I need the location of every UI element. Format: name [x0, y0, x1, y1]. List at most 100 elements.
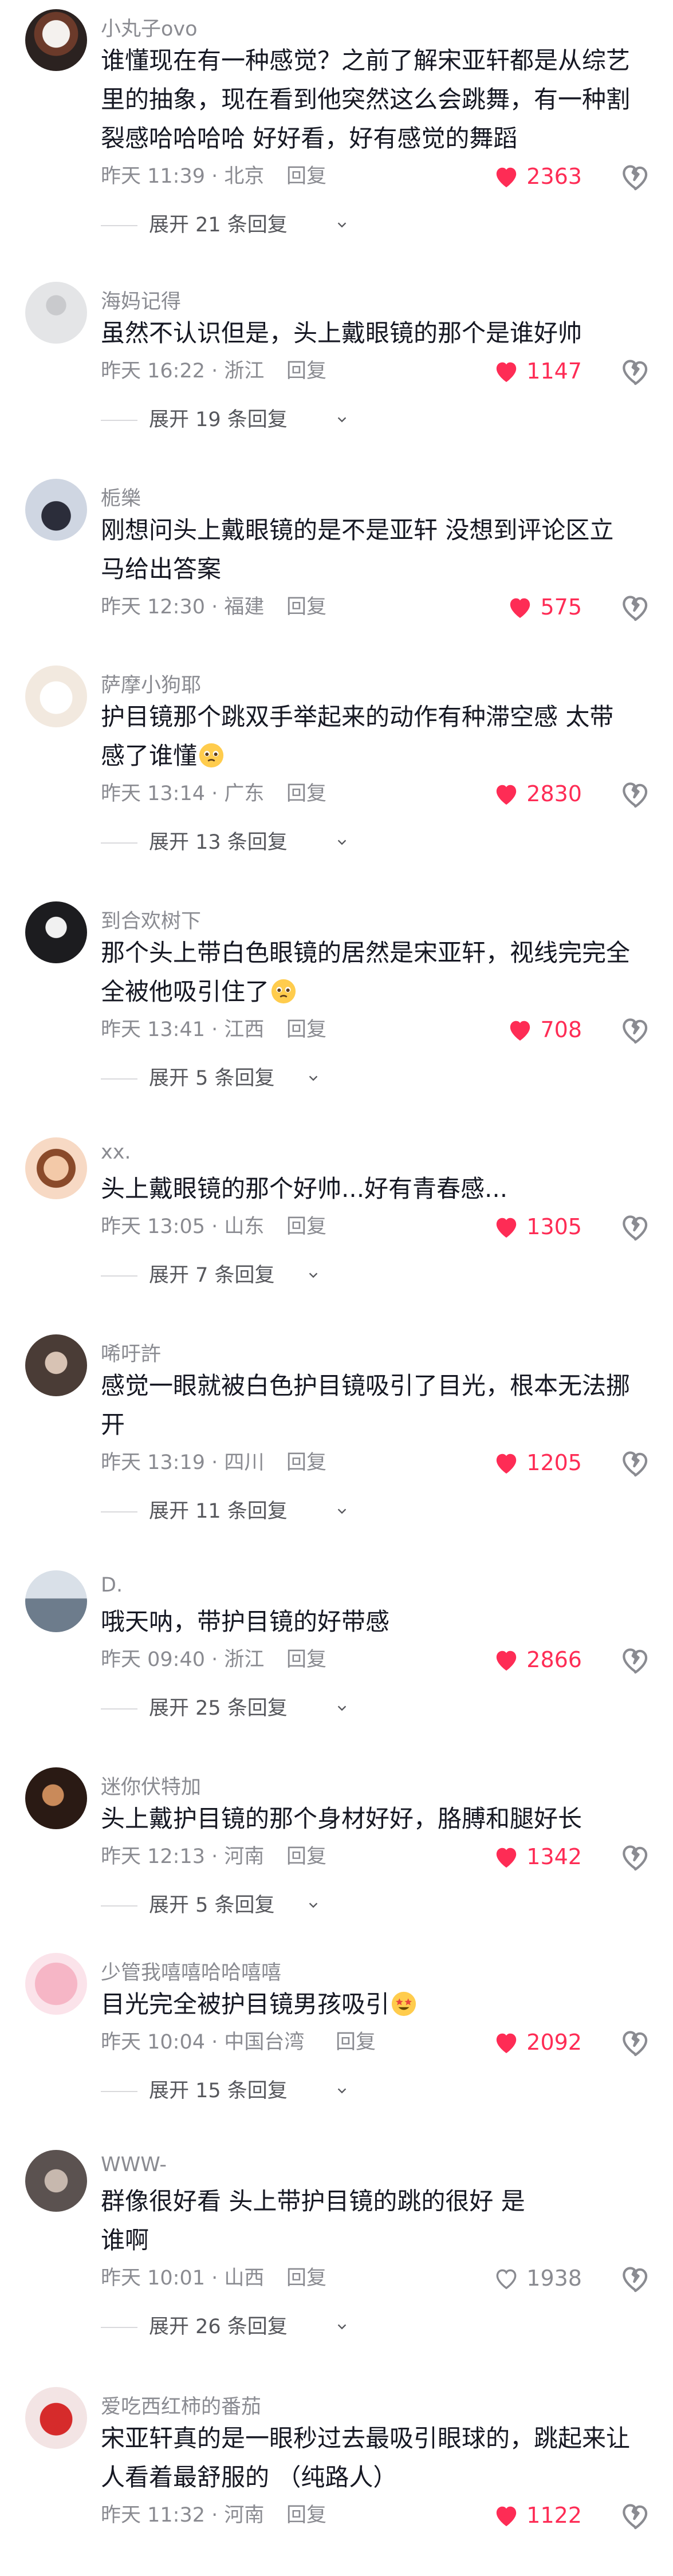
avatar[interactable]	[25, 1137, 87, 1199]
like-button[interactable]: 1342	[493, 1840, 582, 1874]
expand-replies-label[interactable]: 展开 21 条回复	[149, 211, 288, 239]
comment-meta: 昨天 10:01 · 山西 回复 1938	[101, 2261, 651, 2295]
reply-button[interactable]: 回复	[286, 2498, 326, 2532]
comment-time-location: 昨天 10:01 · 山西	[101, 2267, 265, 2290]
like-button[interactable]: 2363	[493, 159, 582, 194]
comment-text: 宋亚轩真的是一眼秒过去最吸引眼球的，跳起来让 人看着最舒服的 （纯路人）	[101, 2419, 645, 2497]
expand-replies-label[interactable]: 展开 5 条回复	[149, 1064, 275, 1093]
comment-meta: 昨天 13:19 · 四川 回复 1205	[101, 1445, 651, 1480]
dislike-icon[interactable]	[619, 2499, 651, 2531]
avatar[interactable]	[25, 1334, 87, 1396]
expand-replies-label[interactable]: 展开 5 条回复	[149, 1891, 275, 1920]
like-button[interactable]: 1122	[493, 2498, 582, 2532]
comment-username[interactable]: 迷你伏特加	[101, 1771, 201, 1800]
like-button[interactable]: 1205	[493, 1445, 582, 1480]
reply-button[interactable]: 回复	[286, 1643, 326, 1677]
avatar[interactable]	[25, 1953, 87, 2015]
like-button[interactable]: 1305	[493, 1210, 582, 1244]
avatar[interactable]	[25, 479, 87, 541]
heart-filled-icon	[497, 785, 517, 805]
comment-username[interactable]: 萨摩小狗耶	[101, 669, 201, 698]
avatar[interactable]	[25, 1767, 87, 1829]
dislike-icon[interactable]	[619, 160, 651, 192]
avatar[interactable]	[25, 2150, 87, 2212]
like-count: 575	[540, 594, 582, 620]
comment-meta: 昨天 12:30 · 福建 回复 575	[101, 590, 651, 624]
comment-username[interactable]: 栀樂	[101, 482, 141, 511]
chevron-down-icon	[309, 1076, 318, 1081]
avatar[interactable]	[25, 282, 87, 344]
dislike-icon[interactable]	[619, 591, 651, 623]
like-button[interactable]: 1938	[493, 2261, 582, 2295]
expand-replies-label[interactable]: 展开 19 条回复	[149, 405, 288, 434]
dislike-icon[interactable]	[619, 2262, 651, 2294]
reply-button[interactable]: 回复	[286, 2261, 326, 2295]
dislike-icon[interactable]	[619, 355, 651, 387]
dislike-icon[interactable]	[619, 2026, 651, 2058]
comment-meta: 昨天 09:40 · 浙江 回复 2866	[101, 1643, 651, 1677]
comment-text-line: 目光完全被护目镜男孩吸引	[101, 1985, 645, 2024]
like-button[interactable]: 1147	[493, 354, 582, 388]
comment-username[interactable]: D.	[101, 1574, 123, 1597]
comment-username[interactable]: 小丸子ovo	[101, 13, 198, 42]
expand-replies-label[interactable]: 展开 11 条回复	[149, 1497, 288, 1526]
reply-button[interactable]: 回复	[286, 1210, 326, 1244]
like-button[interactable]: 575	[507, 590, 582, 624]
expand-divider	[101, 1511, 137, 1512]
chevron-down-icon	[337, 2088, 347, 2094]
dislike-icon[interactable]	[619, 1841, 651, 1873]
avatar[interactable]	[25, 1570, 87, 1632]
comment-username[interactable]: 到合欢树下	[101, 905, 201, 934]
comment-username[interactable]: WWW-	[101, 2153, 167, 2176]
expand-replies-label[interactable]: 展开 26 条回复	[149, 2313, 288, 2341]
like-button[interactable]: 708	[507, 1013, 582, 1047]
reply-button[interactable]: 回复	[286, 159, 326, 194]
reply-button[interactable]: 回复	[286, 590, 326, 624]
comment-time-location: 昨天 12:13 · 河南	[101, 1845, 265, 1868]
avatar[interactable]	[25, 665, 87, 727]
comment-time-location: 昨天 11:39 · 北京	[101, 165, 265, 188]
like-count: 2866	[526, 1647, 582, 1672]
comment-text-line: 头上戴护目镜的那个身材好好，胳膊和腿好长	[101, 1805, 583, 1833]
comment-username[interactable]: 唏吁許	[101, 1338, 161, 1367]
comment-username[interactable]: 少管我嘻嘻哈哈嘻嘻	[101, 1956, 281, 1986]
dislike-icon[interactable]	[619, 778, 651, 810]
expand-replies-label[interactable]: 展开 25 条回复	[149, 1694, 288, 1723]
expand-replies-label[interactable]: 展开 7 条回复	[149, 1261, 275, 1290]
comment-username[interactable]: 海妈记得	[101, 285, 181, 314]
comment-text: 虽然不认识但是，头上戴眼镜的那个是谁好帅	[101, 314, 645, 353]
expand-divider	[101, 842, 137, 844]
comment-text-segment: 感了谁懂	[101, 742, 198, 770]
reply-button[interactable]: 回复	[336, 2025, 376, 2059]
reply-button[interactable]: 回复	[286, 777, 326, 811]
avatar[interactable]	[25, 2387, 87, 2449]
reply-button[interactable]: 回复	[286, 1013, 326, 1047]
heart-filled-icon	[510, 1021, 530, 1041]
avatar[interactable]	[25, 901, 87, 963]
reply-button[interactable]: 回复	[286, 1445, 326, 1480]
comment-text: 头上戴护目镜的那个身材好好，胳膊和腿好长	[101, 1799, 645, 1838]
dislike-icon[interactable]	[619, 1014, 651, 1046]
comment-text: 护目镜那个跳双手举起来的动作有种滞空感 太带 感了谁懂	[101, 698, 645, 775]
dislike-icon[interactable]	[619, 1644, 651, 1676]
comment-text: 刚想问头上戴眼镜的是不是亚轩 没想到评论区立 马给出答案	[101, 511, 645, 589]
expand-replies-label[interactable]: 展开 15 条回复	[149, 2077, 288, 2105]
comment-text-segment: 裂感哈哈哈哈 好好看，好有感觉的舞蹈	[101, 124, 518, 152]
comment-username[interactable]: 爱吃西红柿的番茄	[101, 2390, 261, 2420]
like-count: 1305	[526, 1214, 582, 1239]
dislike-icon[interactable]	[619, 1211, 651, 1243]
dislike-icon[interactable]	[619, 1447, 651, 1479]
like-button[interactable]: 2092	[493, 2025, 582, 2059]
comment-text-segment: 群像很好看 头上带护目镜的跳的很好 是	[101, 2187, 525, 2215]
reply-button[interactable]: 回复	[286, 354, 326, 388]
comment-username[interactable]: xx.	[101, 1141, 131, 1164]
avatar[interactable]	[25, 9, 87, 71]
comment-time-location: 昨天 13:41 · 江西	[101, 1018, 265, 1041]
expand-replies-label[interactable]: 展开 13 条回复	[149, 828, 288, 857]
comment-text-line: 马给出答案	[101, 555, 222, 583]
like-button[interactable]: 2830	[493, 777, 582, 811]
comment-text-line: 哦天呐，带护目镜的好带感	[101, 1608, 390, 1636]
comment-text-line: 护目镜那个跳双手举起来的动作有种滞空感 太带	[101, 703, 614, 731]
like-button[interactable]: 2866	[493, 1643, 582, 1677]
reply-button[interactable]: 回复	[286, 1840, 326, 1874]
